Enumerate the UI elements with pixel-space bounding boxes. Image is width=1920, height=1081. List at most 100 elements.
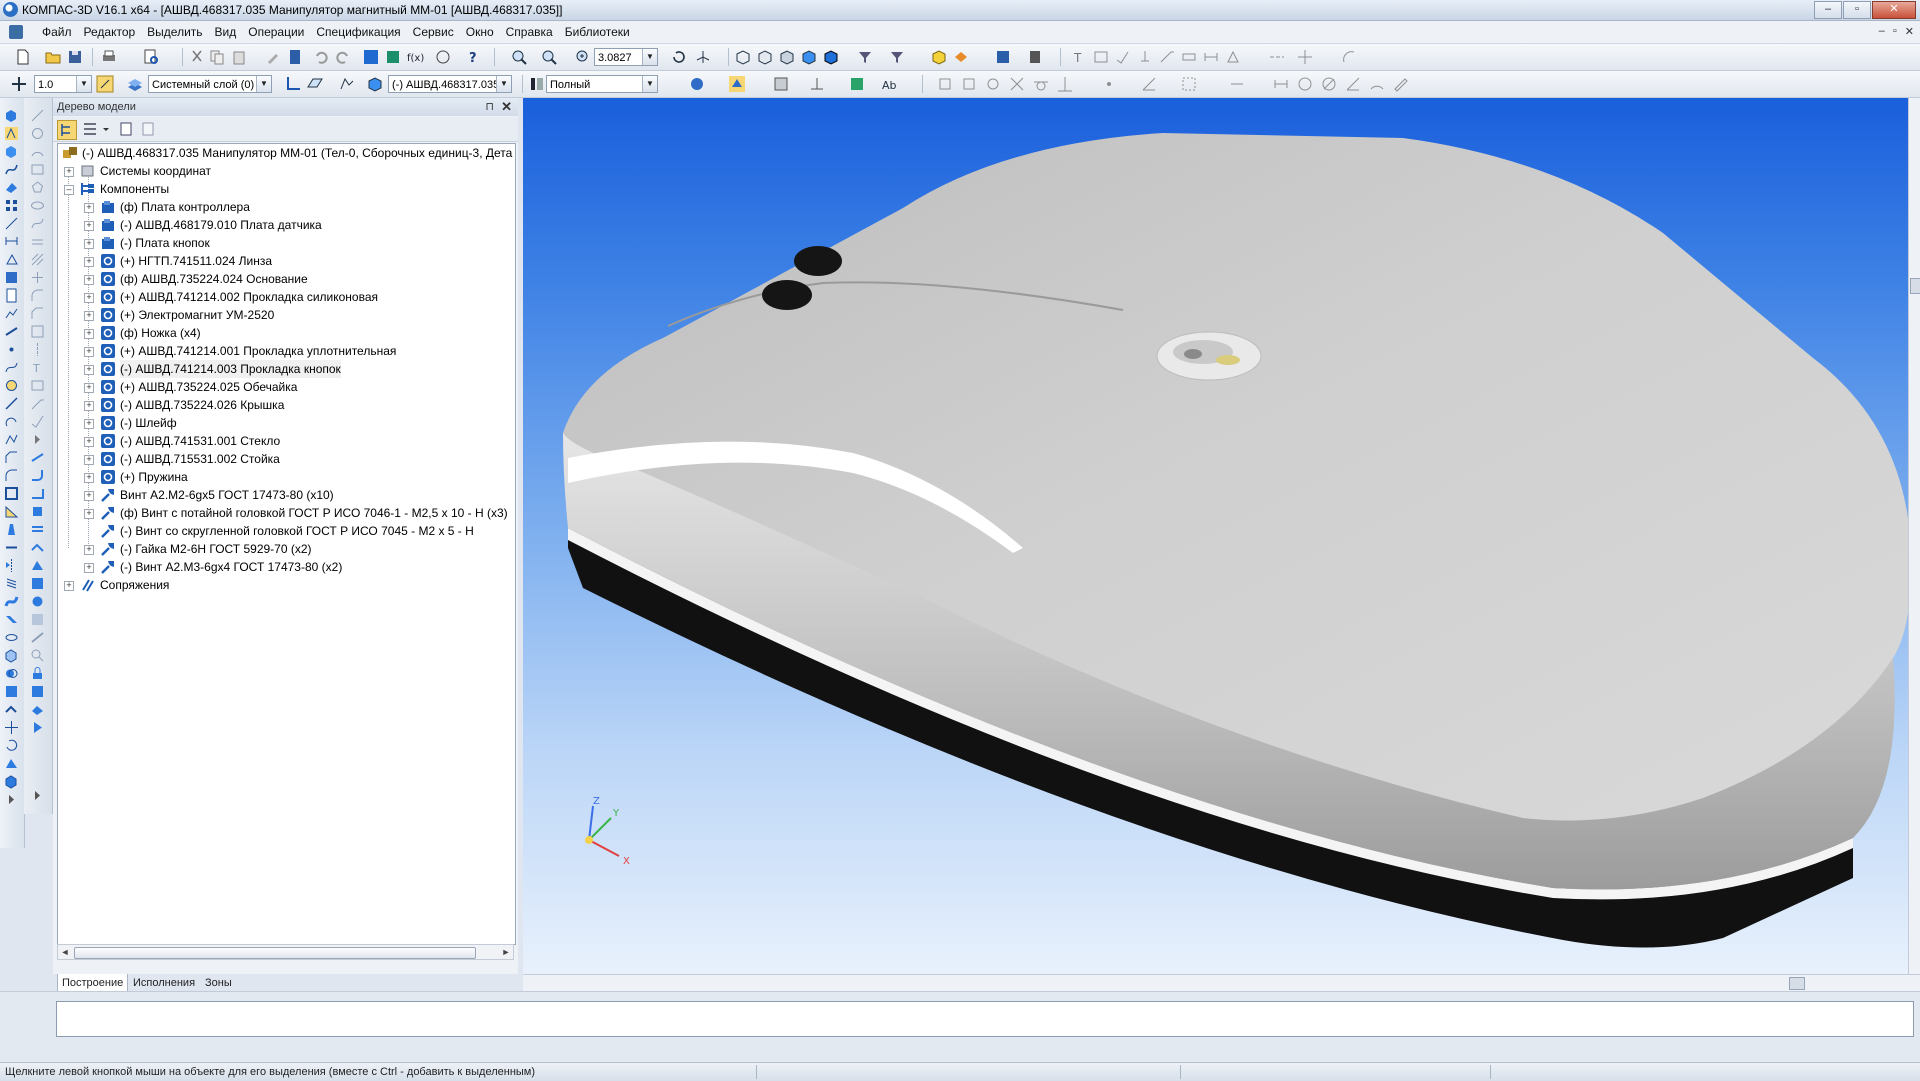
filter-icon[interactable] <box>856 48 874 66</box>
roughness-icon[interactable] <box>1114 48 1132 66</box>
draft-icon[interactable] <box>4 522 19 537</box>
hidden-lines-icon[interactable] <box>756 48 774 66</box>
designations-tool-icon[interactable] <box>4 252 19 267</box>
chevron-down-icon[interactable]: ▼ <box>496 76 511 92</box>
display-mode-combo[interactable]: Полный ▼ <box>546 75 658 93</box>
table-tool-icon[interactable] <box>30 378 45 393</box>
diagnostics-icon[interactable] <box>4 270 19 285</box>
text-tool-icon[interactable]: T <box>30 360 45 375</box>
dim-radial-icon[interactable] <box>1296 75 1314 93</box>
tab-zones[interactable]: Зоны <box>201 974 236 992</box>
sheet-metal-tool-icon[interactable] <box>30 450 45 465</box>
split-icon[interactable] <box>4 540 19 555</box>
expand-icon[interactable]: + <box>84 563 94 573</box>
expand-icon[interactable]: + <box>84 347 94 357</box>
boolean-icon[interactable] <box>4 666 19 681</box>
wireframe-icon[interactable] <box>734 48 752 66</box>
menu-file[interactable]: Файл <box>36 21 78 43</box>
label-icon[interactable]: Ab <box>880 75 898 93</box>
expand-icon[interactable]: + <box>84 509 94 519</box>
snap-point-icon[interactable] <box>1100 75 1118 93</box>
leader-tool-icon[interactable] <box>30 396 45 411</box>
new-document-icon[interactable] <box>14 48 32 66</box>
tree-filter-icon[interactable] <box>139 120 157 138</box>
tolerance-icon[interactable] <box>1180 48 1198 66</box>
undo-icon[interactable] <box>312 48 330 66</box>
measure-icon[interactable] <box>434 48 452 66</box>
louver-tool-icon[interactable] <box>30 522 45 537</box>
scroll-right-icon[interactable]: ► <box>499 945 513 959</box>
dim-arc-icon[interactable] <box>1368 75 1386 93</box>
chamfer-tool-icon[interactable] <box>30 306 45 321</box>
pin-icon[interactable]: ⊓ <box>485 98 494 116</box>
print-icon[interactable] <box>100 48 118 66</box>
arrays-icon[interactable] <box>4 198 19 213</box>
rib-icon[interactable] <box>4 504 19 519</box>
bend-tool-icon[interactable] <box>30 468 45 483</box>
offset-tool-icon[interactable] <box>30 234 45 249</box>
chevron-down-icon[interactable]: ▼ <box>642 49 657 65</box>
orientation-icon[interactable] <box>694 48 712 66</box>
variables-icon[interactable]: f(x) <box>406 48 424 66</box>
explode-icon[interactable] <box>4 774 19 789</box>
zoom-scale-icon[interactable] <box>540 48 558 66</box>
axis-tool-icon[interactable] <box>30 342 45 357</box>
command-input[interactable] <box>56 1001 1914 1037</box>
edit-part-tool-icon[interactable] <box>4 108 19 123</box>
shaded-icon[interactable] <box>800 48 818 66</box>
mark-icon[interactable] <box>1224 48 1242 66</box>
minimize-button[interactable]: – <box>1814 1 1842 19</box>
spline-icon[interactable] <box>4 360 19 375</box>
expand-icon[interactable]: + <box>84 293 94 303</box>
expand-icon[interactable]: + <box>84 383 94 393</box>
doc-minimize-button[interactable]: – <box>1879 25 1885 38</box>
tree-show-icon[interactable] <box>117 120 135 138</box>
arc-icon[interactable] <box>1340 48 1358 66</box>
menu-specification[interactable]: Спецификация <box>310 21 406 43</box>
chevron-down-icon[interactable]: ▼ <box>256 76 271 92</box>
ortho-icon[interactable] <box>96 75 114 93</box>
zoom-window-icon[interactable] <box>510 48 528 66</box>
selection-color-icon[interactable] <box>728 75 746 93</box>
step-combo[interactable]: 1.0 ▼ <box>34 75 92 93</box>
scroll-thumb[interactable] <box>74 947 476 959</box>
chevron-down-icon[interactable] <box>97 120 109 138</box>
search-tool-icon[interactable] <box>30 648 45 663</box>
save-icon[interactable] <box>66 48 84 66</box>
menu-help[interactable]: Справка <box>500 21 559 43</box>
roughness-tool-icon[interactable] <box>30 414 45 429</box>
contour-tool-icon[interactable] <box>30 324 45 339</box>
hole-icon[interactable] <box>4 378 19 393</box>
component-tool-icon[interactable] <box>30 576 45 591</box>
dim-diameter-icon[interactable] <box>1320 75 1338 93</box>
plane-icon[interactable] <box>306 75 324 93</box>
collapse-icon[interactable]: – <box>64 185 74 195</box>
section-icon[interactable] <box>848 75 866 93</box>
libraries-icon[interactable] <box>384 48 402 66</box>
hatch-tool-icon[interactable] <box>30 252 45 267</box>
text-icon[interactable]: T <box>1070 48 1088 66</box>
mirror-icon[interactable] <box>4 558 19 573</box>
cut-extrude-icon[interactable] <box>4 648 19 663</box>
thread-icon[interactable] <box>4 576 19 591</box>
fillet-icon[interactable] <box>4 468 19 483</box>
select-filter-icon[interactable] <box>888 48 906 66</box>
expand-icon[interactable]: + <box>84 473 94 483</box>
snap-intersect-icon[interactable] <box>1008 75 1026 93</box>
chamfer-icon[interactable] <box>4 450 19 465</box>
spatial-curves-icon[interactable] <box>4 162 19 177</box>
doc-close-button[interactable]: ✕ <box>1905 25 1914 38</box>
dim-edit-icon[interactable] <box>1392 75 1410 93</box>
measure-tool-icon[interactable] <box>30 630 45 645</box>
dimension-display-icon[interactable] <box>808 75 826 93</box>
sweep-icon[interactable] <box>4 594 19 609</box>
circle-tool-icon[interactable] <box>30 126 45 141</box>
doc-restore-button[interactable]: ▫ <box>1893 25 1897 38</box>
section-tool-icon[interactable] <box>30 612 45 627</box>
part-combo[interactable]: (-) АШВД.468317.035 ▼ <box>388 75 512 93</box>
viewport-vertical-scrollbar[interactable] <box>1908 98 1920 974</box>
display-mode-icon[interactable] <box>528 75 546 93</box>
snap-angle-icon[interactable] <box>1140 75 1158 93</box>
specification-tool-icon[interactable] <box>4 288 19 303</box>
expand-icon[interactable]: + <box>84 311 94 321</box>
